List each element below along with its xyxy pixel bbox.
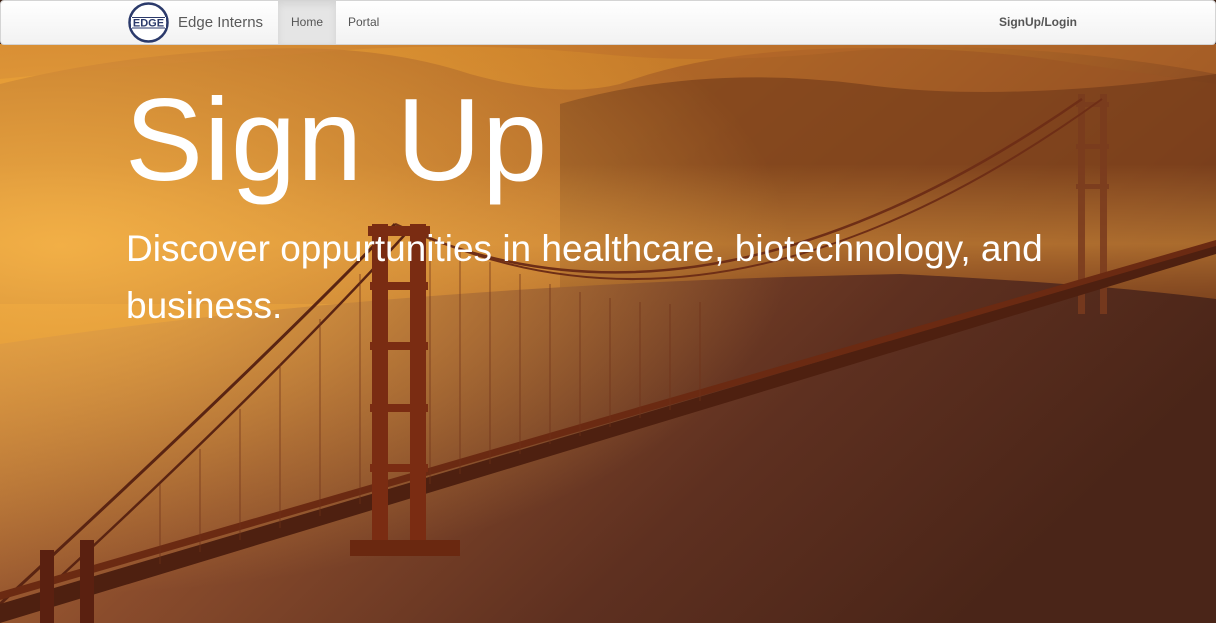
edge-logo-icon: EDGE [128, 2, 169, 43]
hero-subtitle: Discover oppurtunities in healthcare, bi… [126, 228, 1043, 326]
brand-link[interactable]: EDGE Edge Interns [128, 2, 263, 43]
brand-name: Edge Interns [178, 14, 264, 31]
signup-login-link[interactable]: SignUp/Login [987, 1, 1089, 44]
nav-portal[interactable]: Portal [335, 1, 392, 44]
navbar: EDGE Edge Interns Home Portal SignUp/Log… [0, 0, 1216, 45]
hero-title: Sign Up [125, 74, 549, 205]
hero-section: Sign Up Discover oppurtunities in health… [0, 44, 1216, 623]
nav-home[interactable]: Home [278, 1, 337, 44]
